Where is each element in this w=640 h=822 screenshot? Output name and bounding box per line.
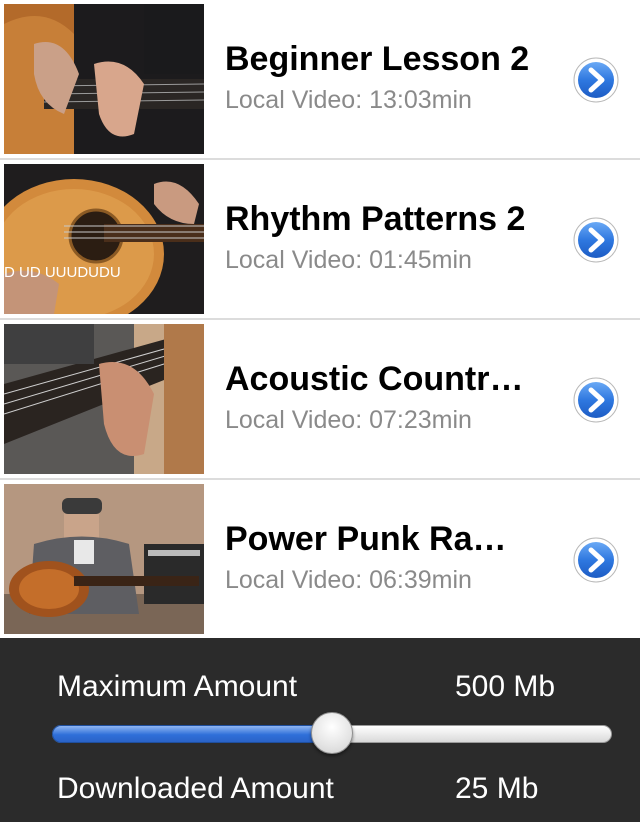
video-duration: Local Video: 07:23min — [225, 406, 472, 434]
video-duration: Local Video: 13:03min — [225, 86, 472, 114]
list-item[interactable]: Acoustic Countr… Local Video: 07:23min — [0, 320, 640, 480]
detail-disclosure-icon[interactable] — [572, 536, 620, 584]
video-duration: Local Video: 01:45min — [225, 246, 472, 274]
maximum-amount-value: 500 Mb — [455, 670, 556, 703]
list-item[interactable]: D UD UUUDUDU Rhythm Patterns 2 Local Vid… — [0, 160, 640, 320]
video-list: Beginner Lesson 2 Local Video: 13:03min — [0, 0, 640, 638]
slider-thumb[interactable] — [311, 712, 353, 754]
detail-disclosure-icon[interactable] — [572, 376, 620, 424]
detail-disclosure-icon[interactable] — [572, 56, 620, 104]
detail-disclosure-icon[interactable] — [572, 216, 620, 264]
list-item[interactable]: Power Punk Ra… Local Video: 06:39min — [0, 480, 640, 640]
slider-fill — [52, 725, 332, 743]
video-duration: Local Video: 06:39min — [225, 566, 472, 594]
strum-pattern-overlay: D UD UUUDUDU — [4, 264, 121, 281]
video-thumbnail — [4, 484, 204, 634]
downloaded-amount-value: 25 Mb — [455, 772, 539, 805]
video-title: Rhythm Patterns 2 — [225, 200, 526, 238]
list-item[interactable]: Beginner Lesson 2 Local Video: 13:03min — [0, 0, 640, 160]
maximum-amount-slider[interactable] — [52, 706, 612, 762]
video-title: Power Punk Ra… — [225, 520, 507, 558]
video-title: Acoustic Countr… — [225, 360, 524, 398]
downloaded-amount-label: Downloaded Amount — [57, 772, 334, 805]
maximum-amount-label: Maximum Amount — [57, 670, 298, 703]
video-thumbnail: D UD UUUDUDU — [4, 164, 204, 314]
video-thumbnail — [4, 324, 204, 474]
video-thumbnail — [4, 4, 204, 154]
video-title: Beginner Lesson 2 — [225, 40, 530, 78]
